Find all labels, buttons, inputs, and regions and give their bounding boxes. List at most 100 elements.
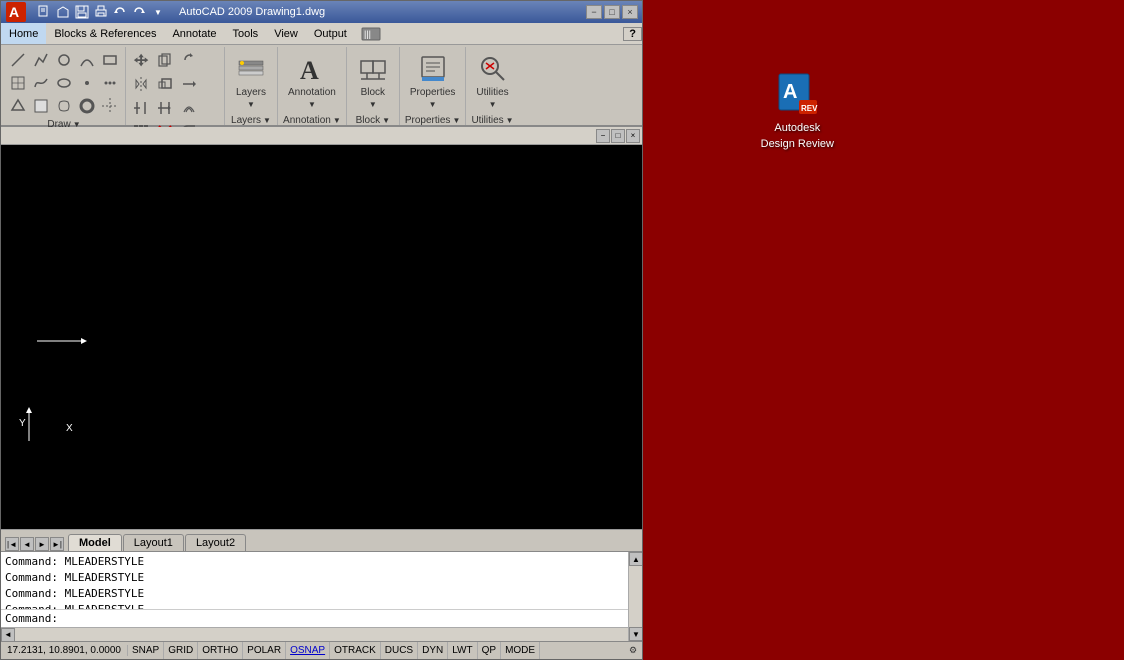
draw-wipeout-btn[interactable]: [30, 95, 52, 117]
desktop-icon-autodesk-review[interactable]: A REV Autodesk Design Review: [761, 70, 834, 150]
qp-btn[interactable]: QP: [478, 642, 501, 659]
ribbon-group-layers: Layers ▼ Layers ▼: [225, 47, 278, 125]
modify-offset-btn[interactable]: [178, 97, 200, 119]
menu-annotate[interactable]: Annotate: [164, 23, 224, 44]
mode-btn[interactable]: MODE: [501, 642, 540, 659]
menu-panel-btn[interactable]: |||: [355, 23, 387, 44]
title-text: AutoCAD 2009 Drawing1.dwg: [179, 6, 325, 18]
draw-spline-btn[interactable]: [30, 72, 52, 94]
draw-hatch-btn[interactable]: [7, 72, 29, 94]
draw-arc-btn[interactable]: [76, 49, 98, 71]
draw-revcloud-btn[interactable]: [53, 95, 75, 117]
title-controls: − □ ×: [586, 5, 638, 19]
help-button[interactable]: ?: [623, 27, 642, 41]
layout-nav-last-btn[interactable]: ►|: [50, 537, 64, 551]
properties-btn[interactable]: Properties ▼: [404, 49, 462, 113]
modify-copy-btn[interactable]: [154, 49, 176, 71]
properties-chevron-icon: ▼: [452, 116, 460, 125]
draw-rect-btn[interactable]: [99, 49, 121, 71]
draw-ellipse-btn[interactable]: [53, 72, 75, 94]
modify-extend-btn[interactable]: [154, 97, 176, 119]
menu-blocks[interactable]: Blocks & References: [46, 23, 164, 44]
doc-minimize-btn[interactable]: −: [596, 129, 610, 143]
grid-btn[interactable]: GRID: [164, 642, 198, 659]
lwt-btn[interactable]: LWT: [448, 642, 477, 659]
qa-save-btn[interactable]: [73, 3, 91, 21]
y-axis-arrow: [19, 406, 39, 449]
snap-btn[interactable]: SNAP: [128, 642, 164, 659]
scroll-track[interactable]: [629, 566, 642, 627]
osnap-btn[interactable]: OSNAP: [286, 642, 330, 659]
properties-group-label[interactable]: Properties ▼: [405, 115, 461, 126]
properties-icon: [417, 53, 449, 85]
doc-restore-btn[interactable]: □: [611, 129, 625, 143]
x-axis-label: X: [66, 423, 73, 434]
modify-trim-btn[interactable]: [130, 97, 152, 119]
menu-output[interactable]: Output: [306, 23, 355, 44]
command-scrollbar: ▲ ▼: [628, 552, 642, 641]
utilities-group-label[interactable]: Utilities ▼: [471, 115, 513, 126]
draw-region-btn[interactable]: [7, 95, 29, 117]
scroll-down-btn[interactable]: ▼: [629, 627, 642, 641]
doc-close-btn[interactable]: ×: [626, 129, 640, 143]
layout-nav-prev-btn[interactable]: ◄: [20, 537, 34, 551]
otrack-btn[interactable]: OTRACK: [330, 642, 381, 659]
annotation-group-label[interactable]: Annotation ▼: [283, 115, 341, 126]
modify-scale-btn[interactable]: [154, 73, 176, 95]
hscroll-track[interactable]: [15, 628, 628, 641]
qa-undo-btn[interactable]: [111, 3, 129, 21]
polar-btn[interactable]: POLAR: [243, 642, 286, 659]
ribbon-toolbar: Draw ▼: [1, 45, 642, 125]
svg-text:A: A: [300, 56, 319, 85]
layout-tabs-container: Model Layout1 Layout2: [68, 534, 246, 551]
draw-xline-btn[interactable]: [99, 95, 121, 117]
qa-print-btn[interactable]: [92, 3, 110, 21]
layers-manager-btn[interactable]: Layers ▼: [229, 49, 273, 113]
draw-polyline-btn[interactable]: [30, 49, 52, 71]
command-area: Command: MLEADERSTYLE Command: MLEADERST…: [1, 551, 642, 641]
app-logo-icon: A: [5, 1, 27, 23]
draw-point-btn[interactable]: [76, 72, 98, 94]
minimize-button[interactable]: −: [586, 5, 602, 19]
model-tab[interactable]: Model: [68, 534, 122, 551]
draw-line-btn[interactable]: [7, 49, 29, 71]
modify-move-btn[interactable]: [130, 49, 152, 71]
draw-circle-btn[interactable]: [53, 49, 75, 71]
layout1-tab[interactable]: Layout1: [123, 534, 184, 551]
qa-open-btn[interactable]: [54, 3, 72, 21]
command-output: Command: MLEADERSTYLE Command: MLEADERST…: [1, 552, 642, 609]
modify-mirror-btn[interactable]: [130, 73, 152, 95]
annotation-btn[interactable]: A Annotation ▼: [282, 49, 342, 113]
status-settings-icon[interactable]: ⚙: [626, 644, 640, 658]
draw-more-btn[interactable]: [99, 72, 121, 94]
menu-home[interactable]: Home: [1, 23, 46, 44]
drawing-canvas[interactable]: Y X: [1, 145, 642, 529]
block-group-label[interactable]: Block ▼: [356, 115, 390, 126]
title-bar-left: A: [5, 1, 325, 23]
qa-dropdown-btn[interactable]: ▼: [149, 3, 167, 21]
qa-new-btn[interactable]: [35, 3, 53, 21]
scroll-up-btn[interactable]: ▲: [629, 552, 642, 566]
ducs-btn[interactable]: DUCS: [381, 642, 418, 659]
properties-btn-label: Properties: [410, 87, 456, 98]
utilities-btn[interactable]: Utilities ▼: [470, 49, 514, 113]
coordinates-display: 17.2131, 10.8901, 0.0000: [1, 645, 128, 656]
dyn-btn[interactable]: DYN: [418, 642, 448, 659]
layout-nav-first-btn[interactable]: |◄: [5, 537, 19, 551]
modify-stretch-btn[interactable]: [178, 73, 200, 95]
ortho-btn[interactable]: ORTHO: [198, 642, 243, 659]
draw-donut-btn[interactable]: [76, 95, 98, 117]
menu-view[interactable]: View: [266, 23, 306, 44]
hscroll-left-btn[interactable]: ◄: [1, 628, 15, 642]
layers-group-label[interactable]: Layers ▼: [231, 115, 271, 126]
block-btn[interactable]: Block ▼: [351, 49, 395, 113]
layout2-tab[interactable]: Layout2: [185, 534, 246, 551]
layout-nav-next-btn[interactable]: ►: [35, 537, 49, 551]
qa-redo-btn[interactable]: [130, 3, 148, 21]
restore-button[interactable]: □: [604, 5, 620, 19]
layers-icon: [235, 53, 267, 85]
menu-tools[interactable]: Tools: [225, 23, 267, 44]
modify-rotate-btn[interactable]: [178, 49, 200, 71]
title-bar: A: [1, 1, 642, 23]
close-button[interactable]: ×: [622, 5, 638, 19]
